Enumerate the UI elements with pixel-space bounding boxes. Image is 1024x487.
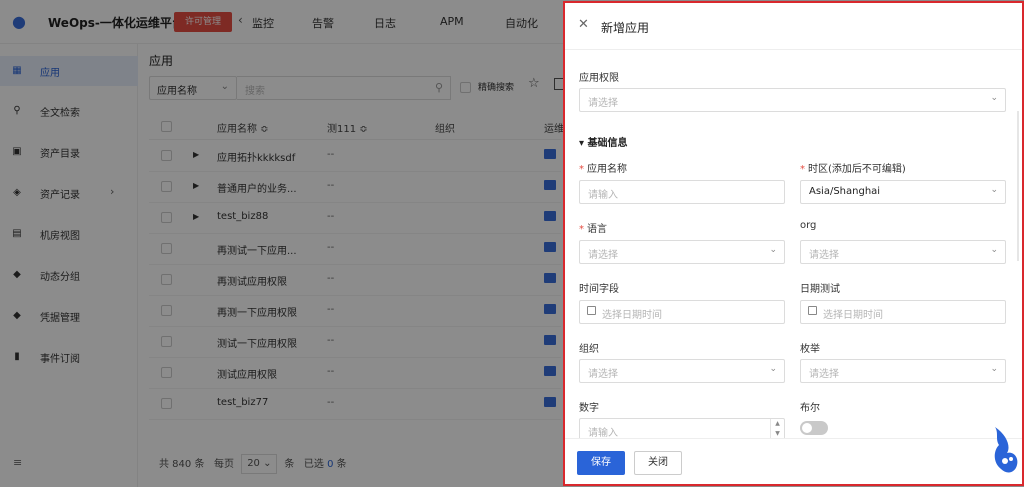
chevron-down-icon: ⌄ — [769, 364, 777, 374]
close-button[interactable]: 关闭 — [634, 451, 682, 475]
required-mark: * — [800, 164, 805, 175]
section-title: 基础信息 — [587, 138, 628, 149]
close-icon[interactable]: ✕ — [578, 18, 589, 32]
time-field-label: 时间字段 — [579, 284, 619, 295]
required-mark: * — [579, 224, 584, 235]
permission-label: 应用权限 — [579, 73, 619, 84]
bool-label: 布尔 — [800, 403, 820, 414]
calendar-icon — [587, 306, 596, 315]
org-label: org — [800, 220, 817, 231]
permission-placeholder: 请选择 — [588, 98, 618, 109]
chevron-down-icon: ⌄ — [990, 93, 998, 103]
app-name-input[interactable]: 请输入 — [579, 180, 785, 204]
timezone-value: Asia/Shanghai — [809, 186, 881, 197]
chevron-down-icon: ⌄ — [769, 245, 777, 255]
drawer-footer: 保存 关闭 — [565, 438, 1022, 486]
scrollbar[interactable] — [1017, 111, 1019, 261]
enum-label: 枚举 — [800, 344, 820, 355]
save-button[interactable]: 保存 — [577, 451, 625, 475]
timezone-label: * 时区(添加后不可编辑) — [800, 160, 906, 175]
language-label: * 语言 — [579, 220, 607, 235]
permission-select[interactable]: 请选择 ⌄ — [579, 88, 1006, 112]
number-stepper[interactable]: ▲ ▼ — [770, 419, 784, 438]
language-label-text: 语言 — [587, 224, 607, 235]
chevron-down-icon: ⌄ — [990, 245, 998, 255]
number-label: 数字 — [579, 403, 599, 414]
chevron-down-icon: ⌄ — [990, 185, 998, 195]
time-field-picker[interactable]: 选择日期时间 — [579, 300, 785, 324]
assistant-mascot-icon[interactable] — [989, 423, 1019, 479]
date-test-label: 日期测试 — [800, 284, 840, 295]
group-placeholder: 请选择 — [588, 369, 618, 380]
number-input[interactable]: 请输入 ▲ ▼ — [579, 418, 785, 438]
chevron-down-icon: ⌄ — [990, 364, 998, 374]
bool-toggle[interactable] — [800, 421, 828, 435]
add-app-drawer: ✕ 新增应用 应用权限 请选择 ⌄ ▾ 基础信息 * 应用名称 请输入 * 时区(添… — [563, 1, 1024, 486]
group-label: 组织 — [579, 344, 599, 355]
language-select[interactable]: 请选择 ⌄ — [579, 240, 785, 264]
org-placeholder: 请选择 — [809, 250, 839, 261]
section-basic-info[interactable]: ▾ 基础信息 — [579, 134, 628, 149]
required-mark: * — [579, 164, 584, 175]
enum-select[interactable]: 请选择 ⌄ — [800, 359, 1006, 383]
app-name-placeholder: 请输入 — [588, 190, 618, 201]
language-placeholder: 请选择 — [588, 250, 618, 261]
app-name-label: * 应用名称 — [579, 160, 627, 175]
timezone-select[interactable]: Asia/Shanghai ⌄ — [800, 180, 1006, 204]
time-field-placeholder: 选择日期时间 — [602, 310, 662, 321]
calendar-icon — [808, 306, 817, 315]
drawer-title: 新增应用 — [601, 21, 650, 35]
drawer-body: 应用权限 请选择 ⌄ ▾ 基础信息 * 应用名称 请输入 * 时区(添加后不可编辑)… — [565, 51, 1022, 438]
date-test-placeholder: 选择日期时间 — [823, 310, 883, 321]
group-select[interactable]: 请选择 ⌄ — [579, 359, 785, 383]
enum-placeholder: 请选择 — [809, 369, 839, 380]
org-select[interactable]: 请选择 ⌄ — [800, 240, 1006, 264]
drawer-header: ✕ 新增应用 — [565, 3, 1022, 50]
date-test-picker[interactable]: 选择日期时间 — [800, 300, 1006, 324]
timezone-label-text: 时区(添加后不可编辑) — [808, 164, 906, 175]
app-name-label-text: 应用名称 — [587, 164, 627, 175]
number-placeholder: 请输入 — [588, 428, 618, 438]
